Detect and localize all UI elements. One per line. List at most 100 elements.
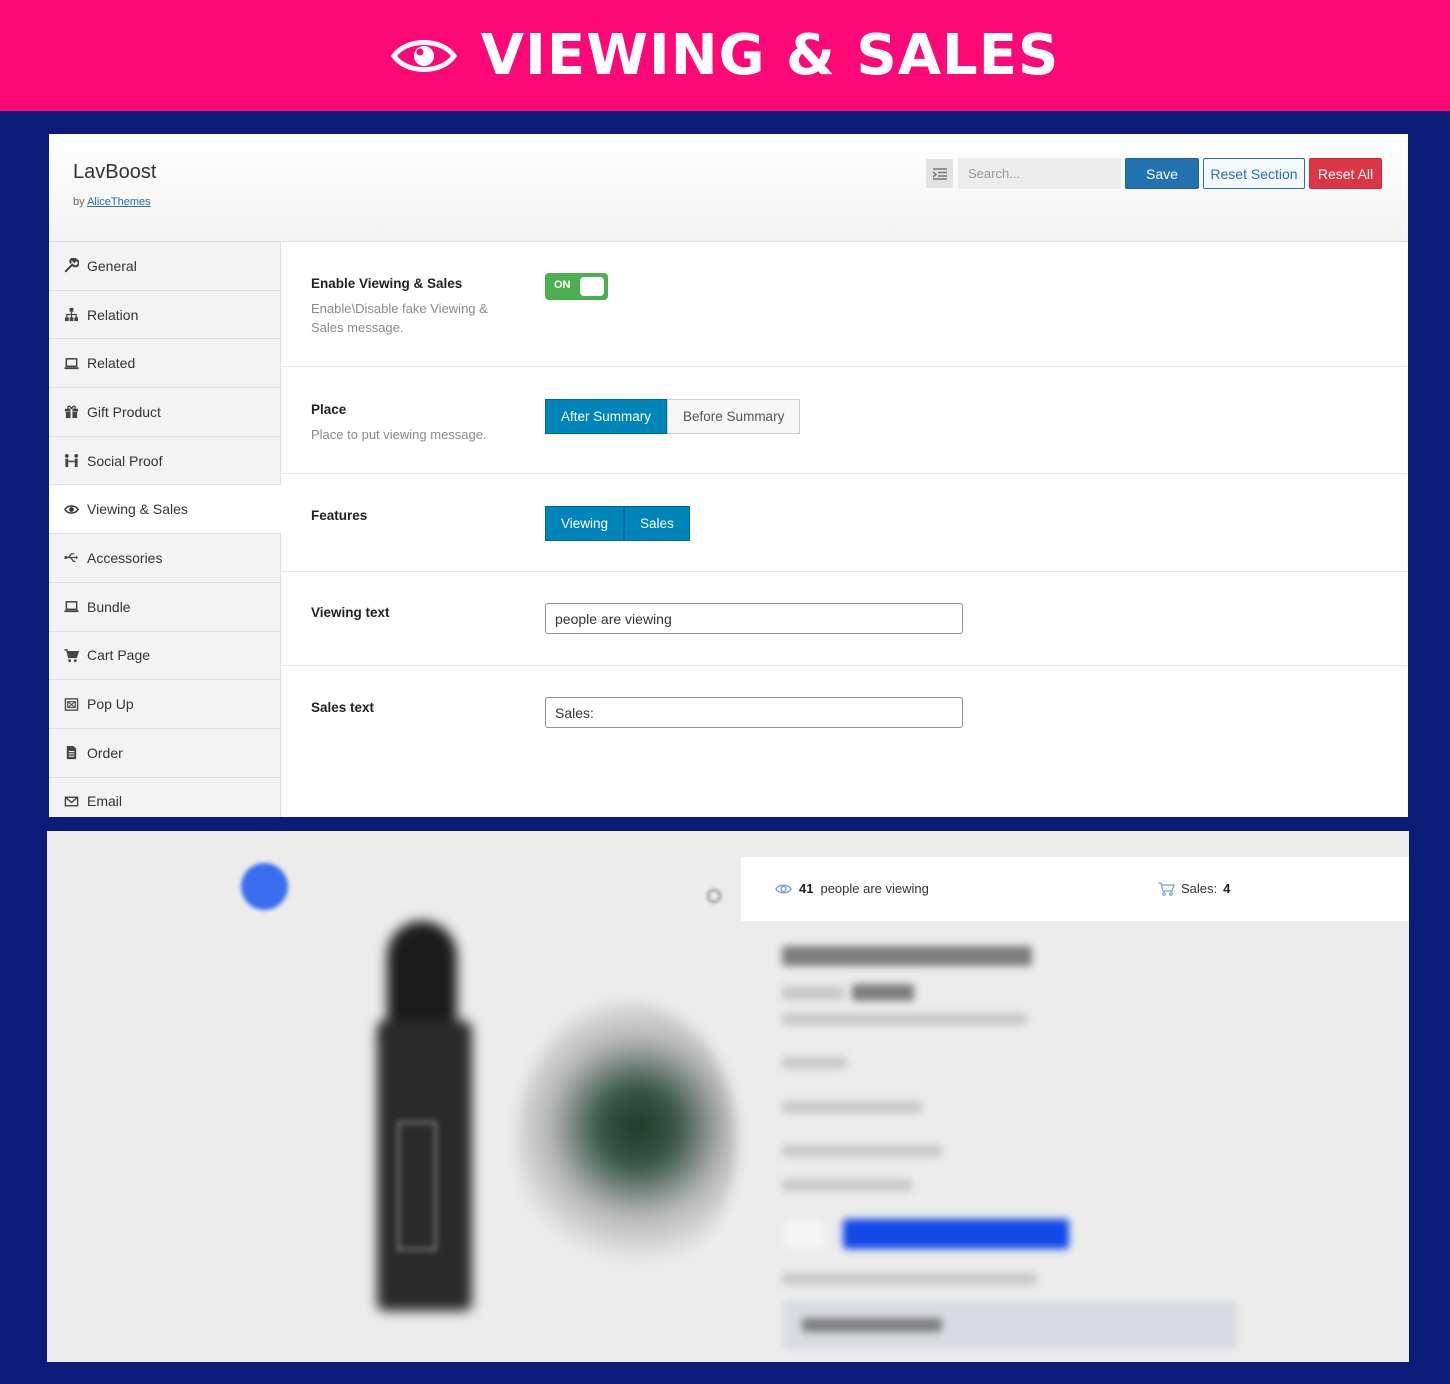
save-button[interactable]: Save bbox=[1125, 158, 1199, 189]
product-bottle-label bbox=[397, 1121, 437, 1251]
viewing-text-row: Viewing text bbox=[282, 572, 1408, 666]
quantity-discount-title-blurred bbox=[802, 1318, 942, 1332]
sidebar-item-label: General bbox=[87, 257, 137, 274]
laptop-icon bbox=[63, 355, 79, 371]
toggle-label: ON bbox=[554, 279, 571, 291]
viewing-sales-bar: 41 people are viewing Sales: 4 bbox=[741, 857, 1409, 921]
features-row: Features Viewing Sales bbox=[282, 474, 1408, 572]
cart-icon bbox=[63, 647, 79, 663]
sidebar-item-email[interactable]: Email bbox=[49, 778, 280, 817]
sidebar-item-accessories[interactable]: Accessories bbox=[49, 534, 280, 583]
eye-icon bbox=[390, 39, 457, 72]
enable-row: Enable Viewing & Sales Enable\Disable fa… bbox=[282, 242, 1408, 367]
sidebar: General Relation Related Gift Product So… bbox=[49, 242, 281, 817]
sidebar-item-label: Accessories bbox=[87, 549, 163, 566]
sidebar-item-gift-product[interactable]: Gift Product bbox=[49, 388, 280, 437]
envelope-icon bbox=[63, 793, 79, 809]
sidebar-item-relation[interactable]: Relation bbox=[49, 291, 280, 340]
viewing-stat: 41 people are viewing bbox=[775, 881, 929, 896]
product-splash-image bbox=[517, 1001, 737, 1281]
author-link[interactable]: AliceThemes bbox=[87, 196, 151, 208]
sidebar-item-order[interactable]: Order bbox=[49, 729, 280, 778]
attribute-blurred-1 bbox=[782, 1057, 847, 1069]
sidebar-item-bundle[interactable]: Bundle bbox=[49, 583, 280, 632]
product-preview: 41 people are viewing Sales: 4 bbox=[47, 831, 1409, 1362]
sales-text-row: Sales text bbox=[282, 666, 1408, 817]
old-price-blurred bbox=[782, 986, 844, 1000]
quantity-blurred bbox=[782, 1219, 827, 1251]
brand-name: LavBoost bbox=[73, 161, 157, 183]
sale-badge bbox=[241, 863, 288, 910]
before-summary-option[interactable]: Before Summary bbox=[667, 399, 801, 434]
viewing-text: people are viewing bbox=[820, 881, 929, 896]
attribute-blurred-3 bbox=[782, 1145, 942, 1157]
reset-all-button[interactable]: Reset All bbox=[1309, 158, 1382, 189]
usb-icon bbox=[63, 550, 79, 566]
viewing-text-title: Viewing text bbox=[311, 605, 390, 620]
sidebar-item-pop-up[interactable]: Pop Up bbox=[49, 680, 280, 729]
enable-title: Enable Viewing & Sales bbox=[311, 276, 463, 291]
people-icon bbox=[63, 453, 79, 469]
viewing-text-input[interactable] bbox=[545, 603, 963, 634]
settings-content: Enable Viewing & Sales Enable\Disable fa… bbox=[282, 242, 1408, 817]
laptop-icon bbox=[63, 599, 79, 615]
expand-options-icon[interactable] bbox=[926, 159, 953, 188]
sales-count: 4 bbox=[1223, 881, 1231, 896]
sidebar-item-viewing-sales[interactable]: Viewing & Sales bbox=[49, 485, 281, 535]
gift-icon bbox=[63, 404, 79, 420]
panel-header: LavBoost by AliceThemes Save Reset Secti… bbox=[49, 134, 1408, 242]
sidebar-item-label: Social Proof bbox=[87, 452, 163, 469]
sidebar-item-label: Related bbox=[87, 355, 136, 372]
eye-icon bbox=[63, 501, 79, 517]
product-title-blurred bbox=[782, 946, 1032, 966]
sidebar-item-social-proof[interactable]: Social Proof bbox=[49, 437, 280, 486]
description-blurred bbox=[782, 1013, 1027, 1025]
price-blurred bbox=[852, 984, 914, 1001]
sales-text-input[interactable] bbox=[545, 697, 963, 728]
sidebar-item-label: Bundle bbox=[87, 598, 131, 615]
sidebar-item-label: Email bbox=[87, 793, 123, 810]
sidebar-item-label: Relation bbox=[87, 306, 139, 323]
sitemap-icon bbox=[63, 307, 79, 323]
sidebar-item-label: Viewing & Sales bbox=[87, 501, 188, 518]
availability-blurred bbox=[782, 1179, 912, 1191]
features-title: Features bbox=[311, 508, 368, 523]
byline-prefix: by bbox=[73, 196, 85, 208]
sidebar-item-label: Pop Up bbox=[87, 696, 134, 713]
sidebar-item-label: Gift Product bbox=[87, 403, 161, 420]
enable-desc: Enable\Disable fake Viewing & Sales mess… bbox=[311, 301, 488, 335]
after-summary-option[interactable]: After Summary bbox=[545, 399, 668, 434]
popup-icon bbox=[63, 696, 79, 712]
banner-title: VIEWING & SALES bbox=[480, 23, 1060, 88]
wrench-icon bbox=[63, 258, 79, 274]
sales-label: Sales: bbox=[1181, 881, 1218, 896]
settings-panel: LavBoost by AliceThemes Save Reset Secti… bbox=[49, 134, 1408, 817]
viewers-count: 41 bbox=[799, 881, 814, 896]
place-desc: Place to put viewing message. bbox=[311, 427, 487, 442]
enable-toggle[interactable]: ON bbox=[545, 273, 608, 300]
zoom-icon bbox=[707, 889, 721, 903]
byline: by AliceThemes bbox=[73, 196, 151, 208]
sidebar-item-label: Cart Page bbox=[87, 647, 151, 664]
toggle-knob bbox=[580, 277, 604, 296]
sales-text-title: Sales text bbox=[311, 700, 375, 715]
sales-option[interactable]: Sales bbox=[624, 506, 690, 541]
sidebar-item-cart-page[interactable]: Cart Page bbox=[49, 632, 280, 681]
viewing-option[interactable]: Viewing bbox=[545, 506, 625, 541]
attribute-blurred-2 bbox=[782, 1101, 922, 1113]
document-icon bbox=[63, 745, 79, 761]
place-row: Place Place to put viewing message. Afte… bbox=[282, 367, 1408, 474]
place-segmented: After Summary Before Summary bbox=[545, 399, 801, 434]
reset-section-button[interactable]: Reset Section bbox=[1203, 158, 1305, 189]
cart-icon bbox=[1158, 881, 1175, 896]
meta-blurred bbox=[782, 1273, 1037, 1285]
sidebar-item-general[interactable]: General bbox=[49, 242, 280, 291]
title-banner: VIEWING & SALES bbox=[0, 0, 1450, 111]
sales-stat: Sales: 4 bbox=[1158, 881, 1230, 896]
eye-icon bbox=[775, 884, 792, 893]
sidebar-item-label: Order bbox=[87, 744, 123, 761]
features-segmented: Viewing Sales bbox=[545, 506, 690, 541]
search-input[interactable] bbox=[958, 158, 1121, 189]
place-title: Place bbox=[311, 402, 347, 417]
sidebar-item-related[interactable]: Related bbox=[49, 339, 280, 389]
